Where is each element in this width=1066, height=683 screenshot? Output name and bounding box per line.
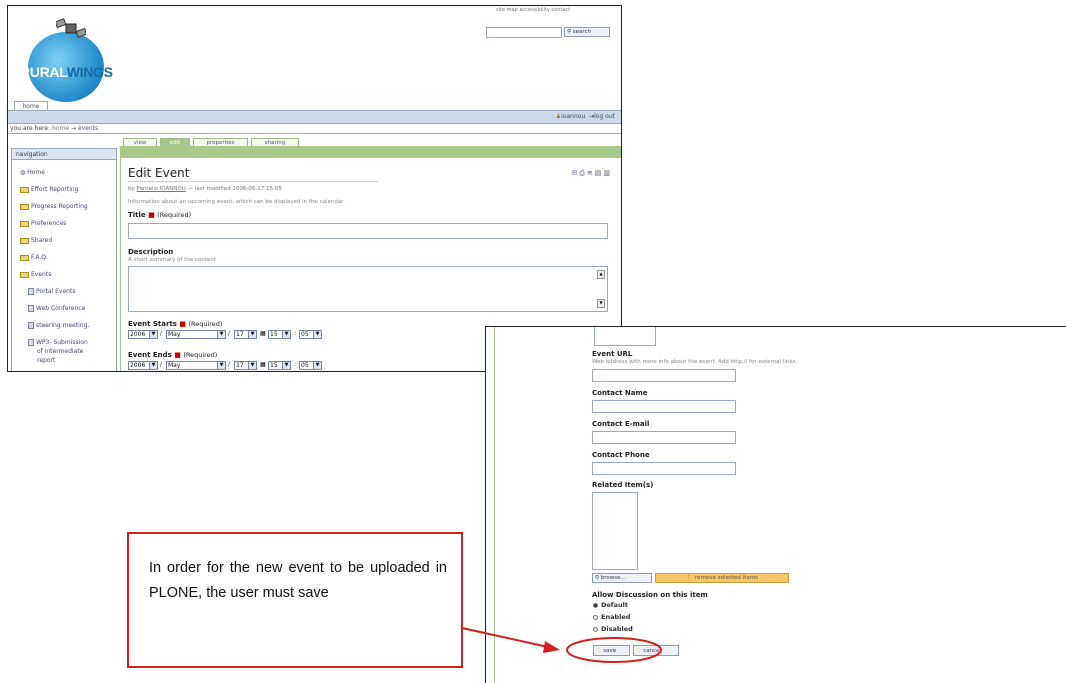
save-highlight-ellipse: [566, 637, 662, 663]
callout-arrow-line: [461, 627, 549, 648]
callout-arrowhead-icon: [543, 641, 560, 653]
callout-overlay: [461, 627, 662, 663]
